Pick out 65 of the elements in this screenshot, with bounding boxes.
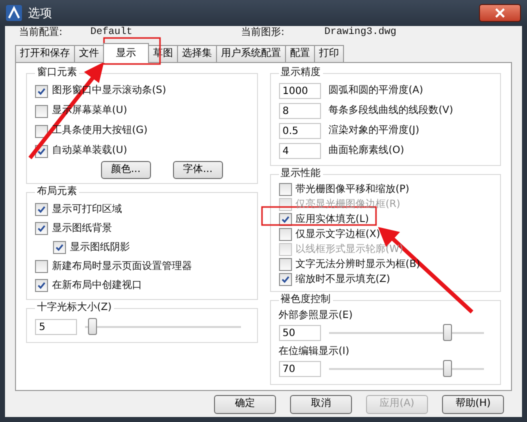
checkbox[interactable]: 显示图纸阴影 — [53, 238, 248, 257]
slider-label: 外部参照显示(E) — [278, 310, 354, 322]
slider-thumb[interactable] — [88, 318, 97, 335]
tab[interactable]: 配置 — [285, 45, 315, 62]
input-field[interactable]: 8 — [278, 103, 320, 119]
group-title: 褪色度控制 — [280, 294, 332, 306]
dialog-button[interactable]: 颜色... — [100, 161, 151, 179]
slider-thumb[interactable] — [443, 360, 452, 377]
check-icon — [37, 86, 46, 96]
slider[interactable] — [328, 323, 484, 343]
slider[interactable] — [328, 359, 484, 379]
input-field[interactable]: 0.5 — [278, 123, 320, 139]
input-field[interactable]: 4 — [278, 143, 320, 159]
checkbox[interactable]: 文字无法分辨时显示为框(B) — [278, 257, 492, 272]
checkbox[interactable]: 缩放时不显示填充(Z) — [278, 272, 492, 287]
drawing-label: 当前图形: — [241, 27, 284, 39]
tab[interactable]: 打印 — [314, 45, 344, 62]
close-button[interactable] — [479, 4, 521, 22]
checkbox[interactable]: 带光栅图像平移和缩放(P) — [278, 182, 492, 197]
checkbox[interactable]: 显示可打印区域 — [35, 200, 248, 219]
checkbox[interactable]: 显示图纸背景 — [35, 219, 248, 238]
input-field[interactable]: 50 — [278, 325, 320, 341]
tab[interactable]: 显示 — [103, 43, 149, 63]
group-title: 显示精度 — [280, 67, 322, 79]
input-field[interactable]: 70 — [278, 361, 320, 377]
window-title: 选项 — [28, 6, 52, 20]
app-icon — [6, 5, 22, 21]
check-icon — [37, 281, 46, 290]
input-field[interactable]: 5 — [35, 319, 77, 335]
check-icon — [37, 146, 46, 156]
tab[interactable]: 打开和保存 — [15, 45, 75, 62]
slider[interactable] — [85, 317, 240, 337]
field-label: 每条多段线曲线的线段数(V) — [328, 105, 454, 117]
profile-name: Default — [90, 27, 132, 39]
tab[interactable]: 用户系统配置 — [216, 45, 286, 62]
checkbox[interactable]: 在新布局中创建视口 — [35, 276, 248, 295]
close-icon — [495, 8, 505, 18]
checkbox[interactable]: 自动菜单装载(U) — [35, 141, 248, 161]
checkbox[interactable]: 应用实体填充(L) — [278, 212, 492, 227]
check-icon — [280, 275, 290, 284]
field-label: 渲染对象的平滑度(J) — [328, 125, 420, 137]
check-icon — [37, 224, 46, 233]
slider-label: 在位编辑显示(I) — [278, 346, 350, 358]
dialog-button[interactable]: 确定 — [214, 394, 276, 414]
check-icon — [37, 205, 46, 214]
group-title: 十字光标大小(Z) — [36, 302, 113, 314]
checkbox[interactable]: 新建布局时显示页面设置管理器 — [35, 257, 248, 276]
tab[interactable]: 选择集 — [177, 45, 217, 62]
drawing-name: Drawing3.dwg — [324, 27, 396, 39]
input-field[interactable]: 1000 — [278, 83, 320, 99]
checkbox[interactable]: 仅显示文字边框(X) — [278, 227, 492, 242]
check-icon — [55, 243, 64, 252]
tab[interactable]: 文件 — [74, 45, 104, 62]
check-icon — [280, 215, 290, 224]
field-label: 圆弧和圆的平滑度(A) — [328, 85, 424, 97]
dialog-button[interactable]: 取消 — [290, 394, 352, 414]
group-title: 布局元素 — [36, 186, 78, 198]
slider-thumb[interactable] — [443, 324, 452, 341]
group-title: 显示性能 — [280, 168, 322, 180]
dialog-button[interactable]: 帮助(H) — [442, 394, 504, 414]
group-title: 窗口元素 — [36, 67, 78, 79]
profile-label: 当前配置: — [19, 27, 62, 39]
dialog-button[interactable]: 字体... — [172, 161, 223, 179]
highlight-frame — [103, 37, 161, 65]
field-label: 曲面轮廓素线(O) — [328, 145, 404, 157]
